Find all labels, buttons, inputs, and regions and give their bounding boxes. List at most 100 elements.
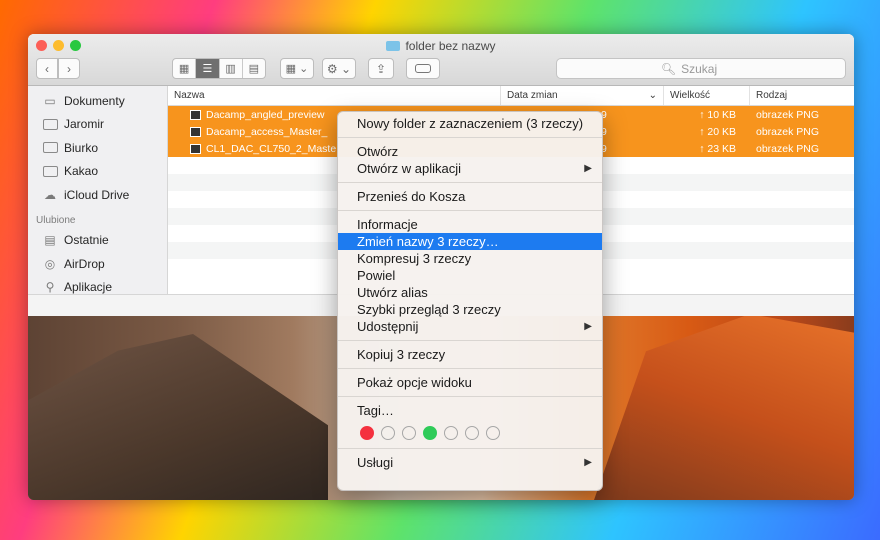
sidebar-item-label: Ostatnie bbox=[64, 233, 109, 248]
forward-button[interactable]: › bbox=[58, 58, 80, 79]
icon-view-button[interactable]: ▦ bbox=[173, 59, 197, 78]
sidebar-item-dokumenty[interactable]: ▭ Dokumenty bbox=[28, 89, 167, 113]
menu-item-get-info[interactable]: Informacje bbox=[338, 216, 602, 233]
menu-item-view-options[interactable]: Pokaż opcje widoku bbox=[338, 374, 602, 391]
column-kind[interactable]: Rodzaj bbox=[750, 86, 854, 105]
menu-item-share[interactable]: Udostępnij ▶ bbox=[338, 318, 602, 335]
search-input[interactable] bbox=[681, 61, 742, 76]
gear-icon: ⚙ ⌄ bbox=[326, 61, 352, 76]
sidebar-item-icloud-drive[interactable]: ☁ iCloud Drive bbox=[28, 183, 167, 207]
column-name[interactable]: Nazwa bbox=[168, 86, 501, 105]
sidebar-item-label: AirDrop bbox=[64, 256, 105, 271]
folder-icon bbox=[42, 118, 58, 130]
tag-purple[interactable] bbox=[465, 426, 479, 440]
list-view-button[interactable]: ☰ bbox=[196, 59, 220, 78]
menu-item-tags[interactable]: Tagi… bbox=[338, 402, 602, 419]
grid-icon: ▦ ⌄ bbox=[285, 63, 309, 75]
image-file-icon bbox=[190, 126, 201, 137]
wallpaper-ridge-right bbox=[594, 314, 854, 500]
file-name: CL1_DAC_CL750_2_Maste bbox=[206, 142, 337, 155]
sidebar-item-airdrop[interactable]: ◎ AirDrop bbox=[28, 252, 167, 276]
search-icon: 🔍︎ bbox=[660, 61, 677, 76]
tag-color-picker bbox=[338, 419, 602, 443]
sidebar-item-label: iCloud Drive bbox=[64, 187, 130, 202]
view-mode-group: ▦ ☰ ▥ ▤ bbox=[172, 58, 266, 79]
sidebar-item-label: Jaromir bbox=[64, 117, 105, 132]
menu-item-quick-look[interactable]: Szybki przegląd 3 rzeczy bbox=[338, 301, 602, 318]
chevron-right-icon: › bbox=[67, 61, 71, 76]
submenu-arrow-icon: ▶ bbox=[584, 321, 592, 332]
applications-icon: ⚲ bbox=[45, 280, 55, 294]
menu-item-open-with[interactable]: Otwórz w aplikacji ▶ bbox=[338, 160, 602, 177]
column-date[interactable]: Data zmian ⌄ bbox=[501, 86, 664, 105]
menu-separator bbox=[338, 396, 602, 397]
sidebar-item-ostatnie[interactable]: ▤ Ostatnie bbox=[28, 229, 167, 253]
sidebar-item-label: Aplikacje bbox=[64, 280, 113, 294]
tag-button[interactable] bbox=[406, 58, 440, 79]
share-button[interactable]: ⇪ bbox=[368, 58, 394, 79]
tag-blue[interactable] bbox=[444, 426, 458, 440]
folder-icon bbox=[42, 142, 58, 154]
search-field[interactable]: 🔍︎ bbox=[556, 58, 846, 79]
action-button[interactable]: ⚙ ⌄ bbox=[322, 58, 356, 79]
file-size: ↑ 23 KB bbox=[699, 142, 736, 155]
sidebar-item-aplikacje[interactable]: ⚲ Aplikacje bbox=[28, 276, 167, 294]
column-size[interactable]: Wielkość bbox=[664, 86, 750, 105]
file-name: Dacamp_angled_preview bbox=[206, 108, 325, 121]
file-size: ↑ 20 KB bbox=[699, 125, 736, 138]
column-view-button[interactable]: ▥ bbox=[220, 59, 243, 78]
menu-separator bbox=[338, 448, 602, 449]
menu-item-services[interactable]: Usługi ▶ bbox=[338, 454, 602, 471]
column-header: Nazwa Data zmian ⌄ Wielkość Rodzaj bbox=[168, 86, 854, 106]
sidebar-item-jaromir[interactable]: Jaromir bbox=[28, 113, 167, 137]
file-kind: obrazek PNG bbox=[756, 142, 820, 155]
image-file-icon bbox=[190, 109, 201, 120]
file-size: ↑ 10 KB bbox=[699, 108, 736, 121]
document-icon: ▭ bbox=[44, 93, 56, 108]
menu-item-rename[interactable]: Zmień nazwy 3 rzeczy… bbox=[338, 233, 602, 250]
menu-item-new-folder[interactable]: Nowy folder z zaznaczeniem (3 rzeczy) bbox=[338, 115, 602, 132]
context-menu: Nowy folder z zaznaczeniem (3 rzeczy) Ot… bbox=[337, 111, 603, 491]
submenu-arrow-icon: ▶ bbox=[584, 163, 592, 174]
sidebar-item-label: Biurko bbox=[64, 140, 99, 155]
folder-icon bbox=[386, 41, 401, 51]
gallery-view-button[interactable]: ▤ bbox=[243, 59, 265, 78]
file-name: Dacamp_access_Master_ bbox=[206, 125, 328, 138]
wallpaper-ridge-left bbox=[28, 334, 328, 500]
chevron-down-icon: ⌄ bbox=[648, 90, 657, 101]
menu-item-duplicate[interactable]: Powiel bbox=[338, 267, 602, 284]
folder-icon bbox=[42, 165, 58, 177]
menu-item-make-alias[interactable]: Utwórz alias bbox=[338, 284, 602, 301]
tag-red[interactable] bbox=[360, 426, 374, 440]
tag-green[interactable] bbox=[423, 426, 437, 440]
file-kind: obrazek PNG bbox=[756, 125, 820, 138]
tag-icon bbox=[415, 64, 431, 73]
sidebar: ▭ Dokumenty Jaromir Biurko Kakao ☁ iClou… bbox=[28, 86, 168, 294]
window-title: folder bez nazwy bbox=[28, 39, 854, 53]
menu-separator bbox=[338, 340, 602, 341]
sidebar-item-label: Dokumenty bbox=[64, 93, 125, 108]
menu-separator bbox=[338, 368, 602, 369]
menu-separator bbox=[338, 182, 602, 183]
airdrop-icon: ◎ bbox=[44, 256, 56, 271]
titlebar: folder bez nazwy ‹ › ▦ ☰ ▥ ▤ ▦ ⌄ ⚙ ⌄ ⇪ 🔍… bbox=[28, 34, 854, 86]
tag-orange[interactable] bbox=[381, 426, 395, 440]
file-kind: obrazek PNG bbox=[756, 108, 820, 121]
share-icon: ⇪ bbox=[375, 61, 387, 76]
recents-icon: ▤ bbox=[44, 233, 56, 248]
menu-item-copy[interactable]: Kopiuj 3 rzeczy bbox=[338, 346, 602, 363]
menu-separator bbox=[338, 137, 602, 138]
image-file-icon bbox=[190, 143, 201, 154]
menu-item-compress[interactable]: Kompresuj 3 rzeczy bbox=[338, 250, 602, 267]
sidebar-item-kakao[interactable]: Kakao bbox=[28, 160, 167, 184]
chevron-left-icon: ‹ bbox=[45, 61, 49, 76]
tag-gray[interactable] bbox=[486, 426, 500, 440]
menu-item-open[interactable]: Otwórz bbox=[338, 143, 602, 160]
back-button[interactable]: ‹ bbox=[36, 58, 58, 79]
menu-item-move-to-trash[interactable]: Przenieś do Kosza bbox=[338, 188, 602, 205]
menu-separator bbox=[338, 210, 602, 211]
arrange-button[interactable]: ▦ ⌄ bbox=[280, 58, 314, 79]
sidebar-section-favorites: Ulubione bbox=[36, 214, 76, 226]
sidebar-item-biurko[interactable]: Biurko bbox=[28, 136, 167, 160]
tag-yellow[interactable] bbox=[402, 426, 416, 440]
